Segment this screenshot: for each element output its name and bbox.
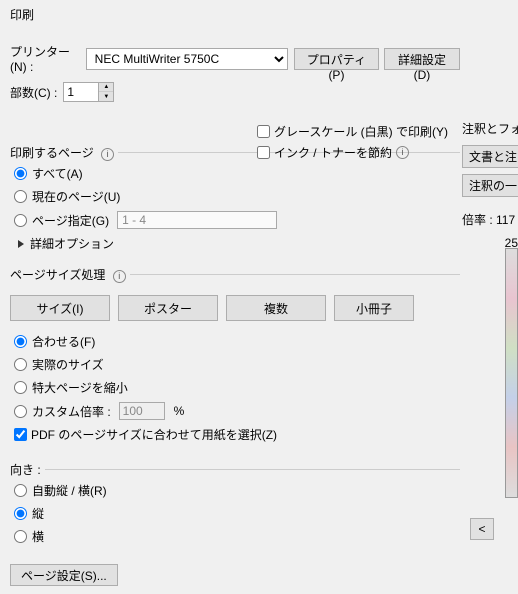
dialog-title: 印刷 (10, 6, 508, 23)
custom-scale-unit: % (174, 404, 185, 418)
copies-up-icon[interactable]: ▲ (99, 83, 113, 92)
copies-down-icon[interactable]: ▼ (99, 92, 113, 101)
pages-all-radio[interactable] (14, 167, 27, 180)
auto-orient-label: 自動縦 / 横(R) (32, 482, 107, 499)
annotation-summary-button[interactable]: 注釈の一 (462, 174, 518, 197)
portrait-radio[interactable] (14, 507, 27, 520)
ink-save-checkbox[interactable] (257, 146, 270, 159)
custom-scale-radio[interactable] (14, 405, 27, 418)
chevron-right-icon (18, 240, 24, 248)
actual-size-radio[interactable] (14, 358, 27, 371)
grayscale-checkbox[interactable] (257, 125, 270, 138)
shrink-radio[interactable] (14, 381, 27, 394)
sizing-group-title: ページサイズ処理 (10, 268, 105, 282)
advanced-options-toggle[interactable]: 詳細オプション (18, 235, 460, 252)
poster-tab-button[interactable]: ポスター (118, 295, 218, 321)
prev-page-button[interactable]: < (470, 518, 494, 540)
printer-select[interactable]: NEC MultiWriter 5750C (86, 48, 288, 70)
pages-all-label: すべて(A) (32, 165, 83, 182)
docs-and-annotations-button[interactable]: 文書と注 (462, 145, 518, 168)
copies-label: 部数(C) : (10, 84, 57, 101)
annotations-label: 注釈とフォ (462, 120, 518, 137)
multiple-tab-button[interactable]: 複数 (226, 295, 326, 321)
choose-paper-label: PDF のページサイズに合わせて用紙を選択(Z) (31, 426, 277, 443)
properties-button[interactable]: プロパティ(P) (294, 48, 379, 70)
size-tab-button[interactable]: サイズ(I) (10, 295, 110, 321)
info-icon[interactable]: i (113, 270, 126, 283)
pages-current-label: 現在のページ(U) (32, 188, 120, 205)
orientation-group-title: 向き : (10, 461, 45, 478)
grayscale-label: グレースケール (白黒) で印刷(Y) (274, 123, 448, 140)
page-setup-button[interactable]: ページ設定(S)... (10, 564, 118, 586)
fit-label: 合わせる(F) (32, 333, 95, 350)
pages-range-radio[interactable] (14, 214, 27, 227)
custom-scale-label: カスタム倍率 : (32, 403, 111, 420)
printer-label: プリンター(N) : (10, 43, 80, 74)
copies-spinner[interactable]: ▲ ▼ (99, 82, 114, 102)
fit-radio[interactable] (14, 335, 27, 348)
portrait-label: 縦 (32, 505, 44, 522)
landscape-label: 横 (32, 528, 44, 545)
advanced-settings-button[interactable]: 詳細設定(D) (384, 48, 460, 70)
info-icon[interactable]: i (396, 146, 409, 159)
actual-size-label: 実際のサイズ (32, 356, 104, 373)
preview-thumbnail (505, 248, 518, 498)
pages-range-label: ページ指定(G) (32, 212, 109, 229)
custom-scale-input[interactable] (119, 402, 165, 420)
pages-group-title: 印刷するページ (10, 146, 94, 160)
zoom-label: 倍率 : 117 (462, 211, 518, 228)
pages-range-input[interactable] (117, 211, 277, 229)
auto-orient-radio[interactable] (14, 484, 27, 497)
copies-input[interactable] (63, 82, 99, 102)
choose-paper-checkbox[interactable] (14, 428, 27, 441)
shrink-label: 特大ページを縮小 (32, 379, 128, 396)
ink-save-label: インク / トナーを節約 (274, 144, 392, 161)
landscape-radio[interactable] (14, 530, 27, 543)
pages-current-radio[interactable] (14, 190, 27, 203)
advanced-options-label: 詳細オプション (30, 235, 114, 252)
orientation-group: 向き : 自動縦 / 横(R) 縦 横 (10, 461, 460, 551)
sizing-group: ページサイズ処理 i サイズ(I) ポスター 複数 小冊子 合わせる(F) 実際… (10, 266, 460, 447)
booklet-tab-button[interactable]: 小冊子 (334, 295, 414, 321)
info-icon[interactable]: i (101, 148, 114, 161)
